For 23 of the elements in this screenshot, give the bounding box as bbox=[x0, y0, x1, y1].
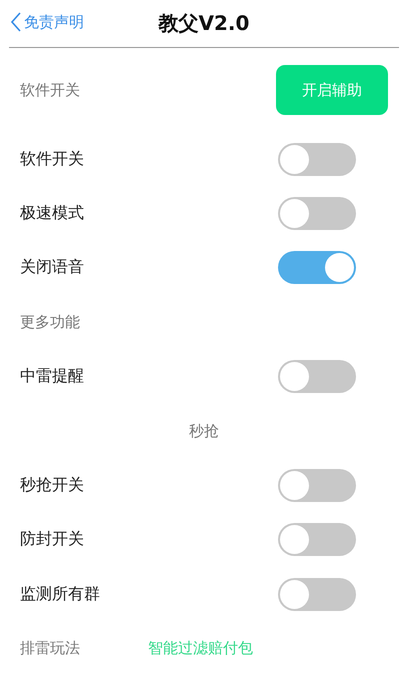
enable-assist-button[interactable]: 开启辅助 bbox=[276, 65, 388, 115]
section-label: 更多功能 bbox=[20, 312, 80, 332]
back-chevron-icon bbox=[11, 12, 21, 32]
toggle-switch[interactable] bbox=[278, 142, 356, 176]
section-label: 秒抢 bbox=[189, 422, 219, 441]
back-button[interactable]: 免责声明 bbox=[11, 12, 84, 32]
page-title: 教父V2.0 bbox=[158, 10, 250, 37]
toggle-switch[interactable] bbox=[278, 578, 356, 611]
toggle-switch[interactable] bbox=[278, 197, 356, 230]
setting-label: 极速模式 bbox=[20, 203, 84, 224]
setting-label: 软件开关 bbox=[20, 148, 84, 170]
section-label: 排雷玩法 bbox=[20, 639, 80, 658]
setting-label: 监测所有群 bbox=[20, 584, 100, 605]
setting-label: 防封开关 bbox=[20, 529, 84, 550]
setting-label: 中雷提醒 bbox=[20, 366, 84, 388]
toggle-switch[interactable] bbox=[278, 251, 356, 284]
setting-label: 关闭语音 bbox=[20, 257, 84, 278]
toggle-switch[interactable] bbox=[278, 523, 356, 556]
setting-label: 秒抢开关 bbox=[20, 475, 84, 496]
section-label: 软件开关 bbox=[20, 80, 80, 100]
toggle-switch[interactable] bbox=[278, 360, 356, 394]
toggle-switch[interactable] bbox=[278, 469, 356, 502]
feature-link[interactable]: 智能过滤赔付包 bbox=[148, 639, 253, 658]
